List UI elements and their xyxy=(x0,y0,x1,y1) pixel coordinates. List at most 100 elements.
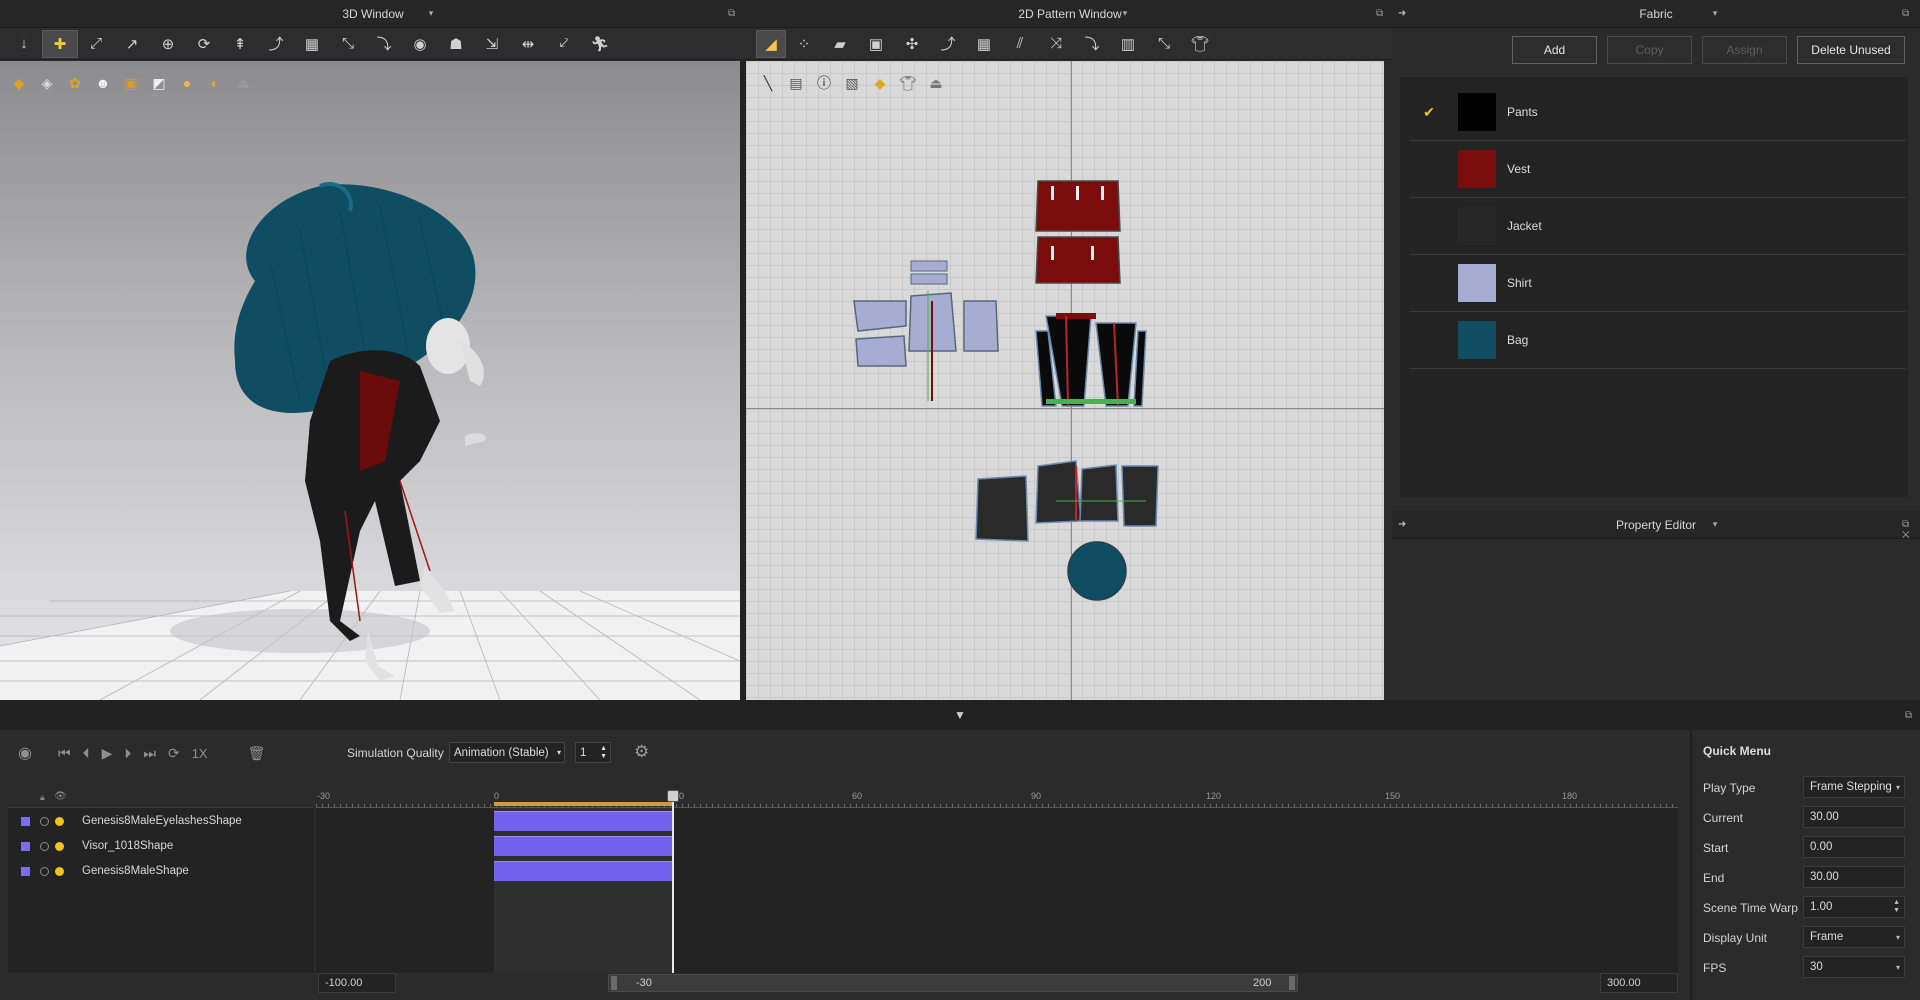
lock-toggle[interactable] xyxy=(40,816,49,826)
play-type-select[interactable]: Frame Stepping ▾ xyxy=(1803,776,1905,798)
transform-pattern-icon[interactable]: ✚ xyxy=(42,29,78,58)
copy-fabric-button[interactable]: Copy xyxy=(1607,36,1692,64)
split-icon[interactable]: ⇹ xyxy=(510,30,546,58)
lock-toggle[interactable] xyxy=(40,841,49,851)
sim-quality-stepper[interactable]: 1 ▲ ▼ xyxy=(575,742,611,763)
shading-icon[interactable]: ◩ xyxy=(147,71,171,95)
range-start-field[interactable]: -100.00 xyxy=(318,973,396,993)
end-input[interactable]: 30.00 xyxy=(1803,866,1905,888)
close-icon[interactable]: ⧉ ✕ xyxy=(1902,519,1914,541)
chevron-down-icon[interactable]: ▾ xyxy=(424,7,438,21)
rotate-icon[interactable]: ⟳ xyxy=(186,30,222,58)
texture-display-icon[interactable]: ▧ xyxy=(840,71,864,95)
topstitch-icon[interactable]: ⤡ xyxy=(1146,30,1182,58)
speed-label[interactable]: 1X xyxy=(192,746,208,761)
lock-icon[interactable]: 🔒︎ xyxy=(40,792,45,803)
edit-line-icon[interactable]: ↗ xyxy=(114,30,150,58)
free-sewing-icon[interactable]: ⤵ xyxy=(1074,30,1110,58)
viewport-2d[interactable]: ╲ ▤ ⓘ ▧ ◆ 👕︎ ⏏ xyxy=(746,61,1384,700)
visibility-toggle[interactable] xyxy=(55,866,64,876)
time-warp-stepper[interactable]: 1.00 ▲ ▼ xyxy=(1803,896,1905,918)
viewport-3d[interactable]: ◆ ◈ ✿ ☻ ▣ ◩ ● ◐ ⏏ xyxy=(0,61,740,700)
layer-row[interactable]: Genesis8MaleEyelashesShape xyxy=(8,809,314,833)
scroll-handle-right[interactable] xyxy=(1289,976,1295,990)
info-icon[interactable]: ⓘ xyxy=(812,71,836,95)
lock-toggle[interactable] xyxy=(40,866,49,876)
pleat-icon[interactable]: ▥ xyxy=(1110,30,1146,58)
collapse-arrow-icon[interactable]: ▼ xyxy=(954,708,966,722)
fabric-item[interactable]: ✔ Pants xyxy=(1410,84,1906,141)
playhead-handle[interactable] xyxy=(667,790,679,802)
dock-arrow-icon[interactable]: ➜ xyxy=(1398,519,1406,530)
avatar-display-icon[interactable]: ☻ xyxy=(91,71,115,95)
clip-bar[interactable] xyxy=(494,811,673,831)
chevron-down-icon[interactable]: ▾ xyxy=(1118,7,1132,21)
skip-start-icon[interactable]: ⏮ xyxy=(58,745,71,762)
fabric-item[interactable]: Bag xyxy=(1410,312,1906,369)
fabric-swatch[interactable] xyxy=(1458,93,1496,131)
eye-icon[interactable]: 👁︎ xyxy=(54,791,67,802)
assign-fabric-button[interactable]: Assign xyxy=(1702,36,1787,64)
brush-icon[interactable]: ⤦ xyxy=(546,30,582,58)
undock-icon[interactable]: ⧉ xyxy=(1905,710,1912,721)
step-forward-icon[interactable]: ⏵ xyxy=(124,745,131,762)
polygon-icon[interactable]: ▰ xyxy=(822,30,858,58)
range-scrollbar[interactable]: -30 200 xyxy=(608,974,1298,992)
visibility-toggle[interactable] xyxy=(55,816,64,826)
undock-icon[interactable]: ⧉ xyxy=(1376,8,1388,20)
sim-quality-select[interactable]: Animation (Stable) ▾ xyxy=(449,742,565,763)
fabric-display-icon[interactable]: ◆ xyxy=(868,71,892,95)
select-move-icon[interactable]: ↓ xyxy=(6,30,42,58)
fabric-item[interactable]: Shirt xyxy=(1410,255,1906,312)
visibility-toggle[interactable] xyxy=(55,841,64,851)
dock-arrow-icon[interactable]: ➜ xyxy=(1398,8,1406,19)
garment-icon[interactable]: 👕︎ xyxy=(1182,30,1218,58)
step-back-icon[interactable]: ⏴ xyxy=(83,745,90,762)
rectangle-icon[interactable]: ▣ xyxy=(858,30,894,58)
start-input[interactable]: 0.00 xyxy=(1803,836,1905,858)
avatar-pin-icon[interactable]: ☗ xyxy=(438,30,474,58)
range-end-field[interactable]: 300.00 xyxy=(1600,973,1678,993)
chevron-down-icon[interactable]: ▾ xyxy=(1708,518,1722,532)
strain-map-icon[interactable]: ✿ xyxy=(63,71,87,95)
grid-icon[interactable]: ▦ xyxy=(294,30,330,58)
sewing-icon[interactable]: ⫽ xyxy=(1002,30,1038,58)
select-point-icon[interactable]: ⤢ xyxy=(78,30,114,58)
measure-icon[interactable]: ⤡ xyxy=(330,30,366,58)
fabric-swatch[interactable] xyxy=(1458,321,1496,359)
undock-icon[interactable]: ⧉ xyxy=(1902,8,1914,20)
transform-pattern-2d-icon[interactable]: ◢ xyxy=(756,29,786,58)
add-fabric-button[interactable]: Add xyxy=(1512,36,1597,64)
clip-bar[interactable] xyxy=(494,836,673,856)
edit-point-icon[interactable]: ⁘ xyxy=(786,30,822,58)
settings-icon[interactable]: ⚙ xyxy=(634,742,649,762)
target-icon[interactable]: ◉ xyxy=(402,30,438,58)
tape-icon[interactable]: ⤵ xyxy=(366,30,402,58)
fold-icon[interactable]: ⤴ xyxy=(258,30,294,58)
hand-icon[interactable]: ⇲ xyxy=(474,30,510,58)
fabric-item[interactable]: Jacket xyxy=(1410,198,1906,255)
display-unit-select[interactable]: Frame ▾ xyxy=(1803,926,1905,948)
layer-row[interactable]: Genesis8MaleShape xyxy=(8,859,314,883)
chevron-down-icon[interactable]: ▾ xyxy=(1708,7,1722,21)
undock-icon[interactable]: ⧉ xyxy=(728,8,740,20)
garment-display-icon[interactable]: ▣ xyxy=(119,71,143,95)
shirt-display-icon[interactable]: 👕︎ xyxy=(896,71,920,95)
texture-edit-icon[interactable]: ▦ xyxy=(966,30,1002,58)
render-mode-icon[interactable]: ◆ xyxy=(7,71,31,95)
splitter[interactable] xyxy=(740,61,746,700)
delete-unused-button[interactable]: Delete Unused xyxy=(1797,36,1905,64)
pin-icon[interactable]: ⇞ xyxy=(222,30,258,58)
skip-end-icon[interactable]: ⏭ xyxy=(143,745,156,762)
internal-shape-icon[interactable]: ✣ xyxy=(894,30,930,58)
layer-row[interactable]: Visor_1018Shape xyxy=(8,834,314,858)
run-pose-icon[interactable]: 🏃︎ xyxy=(582,30,618,58)
play-icon[interactable]: ▶ xyxy=(102,745,113,762)
fabric-swatch[interactable] xyxy=(1458,207,1496,245)
playhead[interactable] xyxy=(672,792,674,973)
dart-icon[interactable]: ⤴ xyxy=(930,30,966,58)
fabric-item[interactable]: Vest xyxy=(1410,141,1906,198)
line-display-icon[interactable]: ╲ xyxy=(756,71,780,95)
stage-2d-icon[interactable]: ⏏ xyxy=(924,71,948,95)
scroll-handle-left[interactable] xyxy=(611,976,617,990)
